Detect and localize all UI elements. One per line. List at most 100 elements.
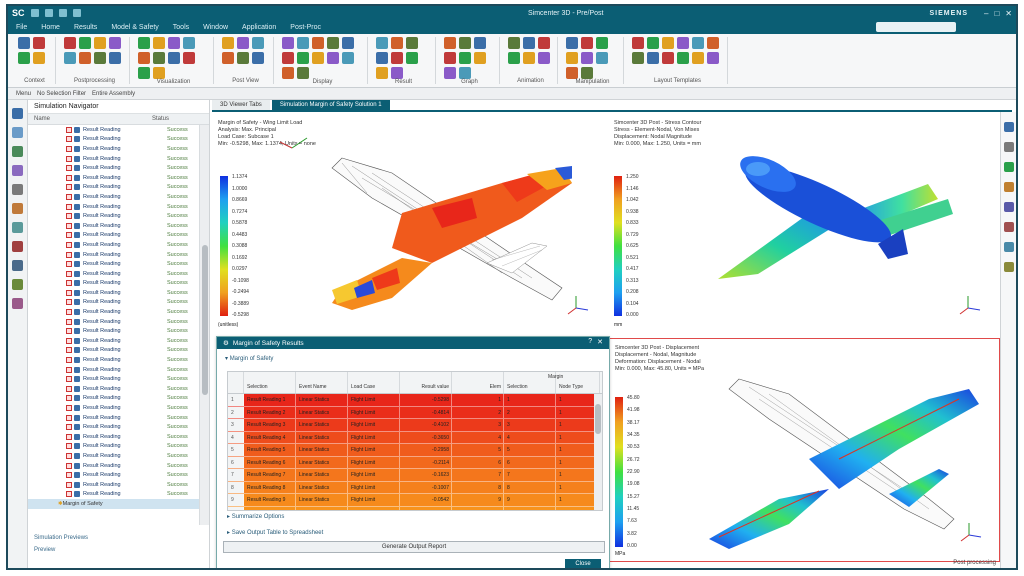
ribbon-command-icon[interactable] (596, 37, 608, 49)
generate-report-button[interactable]: Generate Output Report (223, 541, 605, 553)
visibility-checkbox[interactable] (66, 328, 72, 335)
process-icon[interactable] (12, 260, 23, 271)
ribbon-command-icon[interactable] (523, 52, 535, 64)
table-row[interactable]: 5 Result Reading 5 Linear Statics Flight Li… (228, 444, 602, 457)
palette-icon[interactable] (12, 203, 23, 214)
ribbon-command-icon[interactable] (168, 37, 180, 49)
table-row[interactable]: 8 Result Reading 8 Linear Statics Flight Li… (228, 481, 602, 494)
ribbon-command-icon[interactable] (677, 52, 689, 64)
ribbon-command-icon[interactable] (138, 37, 150, 49)
navigator-tree-row[interactable]: Result Reading Success (28, 211, 200, 221)
navigator-tree-row[interactable]: Result Reading Success (28, 346, 200, 356)
ribbon-command-icon[interactable] (647, 37, 659, 49)
visibility-checkbox[interactable] (66, 261, 72, 268)
ribbon-command-icon[interactable] (282, 37, 294, 49)
ribbon-command-icon[interactable] (312, 52, 324, 64)
ribbon-command-icon[interactable] (566, 37, 578, 49)
render-icon[interactable] (1003, 182, 1014, 192)
ribbon-command-icon[interactable] (252, 52, 264, 64)
navigator-tree-row[interactable]: Result Reading Success (28, 384, 200, 394)
minimize-button[interactable]: – (984, 9, 988, 18)
redo-icon[interactable] (58, 9, 67, 17)
visibility-checkbox[interactable] (66, 452, 72, 459)
ribbon-command-icon[interactable] (138, 52, 150, 64)
ribbon-command-icon[interactable] (183, 52, 195, 64)
menu-model-safety[interactable]: Model & Safety (111, 24, 158, 31)
navigator-tree-row[interactable]: Result Reading Success (28, 490, 200, 500)
navigator-tree-row[interactable]: Result Reading Success (28, 451, 200, 461)
command-search-input[interactable] (876, 22, 956, 32)
ribbon-command-icon[interactable] (18, 52, 30, 64)
viewport-margin-of-safety[interactable]: Margin of Safety - Wing Limit Load Analy… (212, 114, 606, 336)
tab-3d-viewer[interactable]: 3D Viewer Tabs (212, 100, 270, 110)
ribbon-command-icon[interactable] (391, 52, 403, 64)
navigator-tree-row[interactable]: Result Reading Success (28, 183, 200, 193)
table-column-header[interactable]: Load Case (348, 372, 400, 393)
tab-margin-of-safety[interactable]: Simulation Margin of Safety Solution 1 (271, 100, 390, 110)
table-column-header[interactable]: Result value (400, 372, 452, 393)
visibility-checkbox[interactable] (66, 376, 72, 383)
ribbon-command-icon[interactable] (79, 52, 91, 64)
column-name[interactable]: Name (28, 116, 146, 122)
ribbon-command-icon[interactable] (153, 67, 165, 79)
navigator-tree-row[interactable]: Result Reading Success (28, 461, 200, 471)
window-icon[interactable] (72, 9, 81, 17)
navigator-tree-row[interactable]: Result Reading Success (28, 326, 200, 336)
table-row[interactable]: 10Result Reading 10Linear StaticsFlight … (228, 506, 602, 510)
table-row[interactable]: 9 Result Reading 9 Linear Statics Flight Li… (228, 494, 602, 507)
ribbon-command-icon[interactable] (297, 67, 309, 79)
visibility-checkbox[interactable] (66, 289, 72, 296)
visibility-checkbox[interactable] (66, 232, 72, 239)
navigator-tree-row[interactable]: Result Reading Success (28, 279, 200, 289)
visibility-checkbox[interactable] (66, 145, 72, 152)
ribbon-command-icon[interactable] (168, 52, 180, 64)
visibility-checkbox[interactable] (66, 174, 72, 181)
visibility-checkbox[interactable] (66, 193, 72, 200)
ribbon-command-icon[interactable] (376, 67, 388, 79)
ribbon-command-icon[interactable] (581, 37, 593, 49)
ribbon-command-icon[interactable] (662, 37, 674, 49)
ribbon-command-icon[interactable] (222, 52, 234, 64)
ribbon-command-icon[interactable] (153, 37, 165, 49)
navigator-tree-row[interactable]: Result Reading Success (28, 336, 200, 346)
visibility-checkbox[interactable] (66, 251, 72, 258)
history-icon[interactable] (12, 165, 23, 176)
assembly-icon[interactable] (12, 146, 23, 157)
navigator-tree-row[interactable]: Result Reading Success (28, 442, 200, 452)
menu-window[interactable]: Window (203, 24, 228, 31)
assembly-scope[interactable]: Entire Assembly (92, 91, 135, 97)
ribbon-command-icon[interactable] (459, 67, 471, 79)
visibility-checkbox[interactable] (66, 184, 72, 191)
navigator-tree-row[interactable]: Result Reading Success (28, 413, 200, 423)
ribbon-command-icon[interactable] (459, 52, 471, 64)
ribbon-command-icon[interactable] (237, 52, 249, 64)
navigator-tree-row[interactable]: Result Reading Success (28, 298, 200, 308)
navigator-tree-row[interactable]: Result Reading Success (28, 240, 200, 250)
navigator-tree-row[interactable]: Result Reading Success (28, 269, 200, 279)
visibility-checkbox[interactable] (66, 299, 72, 306)
undo-icon[interactable] (44, 9, 53, 17)
close-button[interactable]: Close (565, 559, 601, 568)
visibility-checkbox[interactable] (66, 414, 72, 421)
visibility-checkbox[interactable] (66, 270, 72, 277)
navigator-tree-row[interactable]: Result Reading Success (28, 365, 200, 375)
ribbon-command-icon[interactable] (474, 52, 486, 64)
ribbon-command-icon[interactable] (79, 37, 91, 49)
ribbon-command-icon[interactable] (707, 52, 719, 64)
visibility-checkbox[interactable] (66, 241, 72, 248)
help-icon[interactable] (12, 298, 23, 309)
web-icon[interactable] (12, 222, 23, 233)
part-icon[interactable] (12, 127, 23, 138)
navigator-tree-row[interactable]: Result Reading Success (28, 221, 200, 231)
visibility-checkbox[interactable] (66, 347, 72, 354)
navigator-tree-row[interactable]: Result Reading Success (28, 135, 200, 145)
navigator-tree-row[interactable]: Result Reading Success (28, 231, 200, 241)
navigator-tree-row[interactable]: Result Reading Success (28, 259, 200, 269)
ribbon-command-icon[interactable] (342, 37, 354, 49)
ribbon-command-icon[interactable] (707, 37, 719, 49)
reuse-icon[interactable] (12, 241, 23, 252)
visibility-checkbox[interactable] (66, 280, 72, 287)
roles-icon[interactable] (12, 184, 23, 195)
column-status[interactable]: Status (146, 116, 169, 122)
ribbon-command-icon[interactable] (282, 67, 294, 79)
